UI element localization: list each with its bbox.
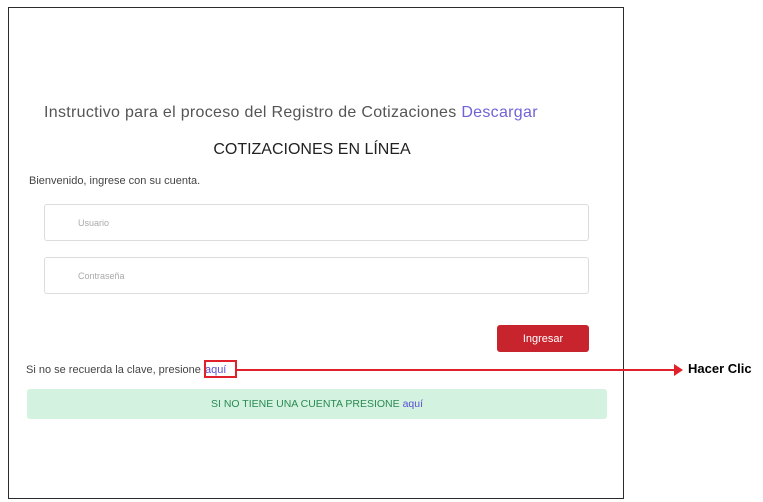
forgot-password-line: Si no se recuerda la clave, presione aqu… [26, 364, 227, 376]
page-title: COTIZACIONES EN LÍNEA [9, 141, 623, 159]
page-title-text: COTIZACIONES EN LÍNEA [213, 141, 411, 158]
annotation-arrow-head-icon [674, 364, 683, 376]
login-button[interactable]: Ingresar [497, 325, 589, 352]
forgot-password-text: Si no se recuerda la clave, presione [26, 364, 201, 376]
welcome-message: Bienvenido, ingrese con su cuenta. [29, 175, 201, 187]
forgot-password-link[interactable]: aquí [204, 364, 227, 376]
annotation-arrow-line [236, 369, 676, 371]
instructions-text: Instructivo para el proceso del Registro… [44, 104, 457, 121]
instructions-line: Instructivo para el proceso del Registro… [44, 104, 538, 122]
username-field[interactable] [44, 204, 589, 241]
signup-banner: SI NO TIENE UNA CUENTA PRESIONE aquí [27, 389, 607, 419]
password-field[interactable] [44, 257, 589, 294]
annotation-label: Hacer Clic [688, 361, 752, 376]
download-link[interactable]: Descargar [461, 104, 538, 121]
login-panel: Instructivo para el proceso del Registro… [8, 7, 624, 499]
signup-link[interactable]: aquí [403, 398, 423, 410]
signup-text: SI NO TIENE UNA CUENTA PRESIONE [210, 398, 400, 410]
